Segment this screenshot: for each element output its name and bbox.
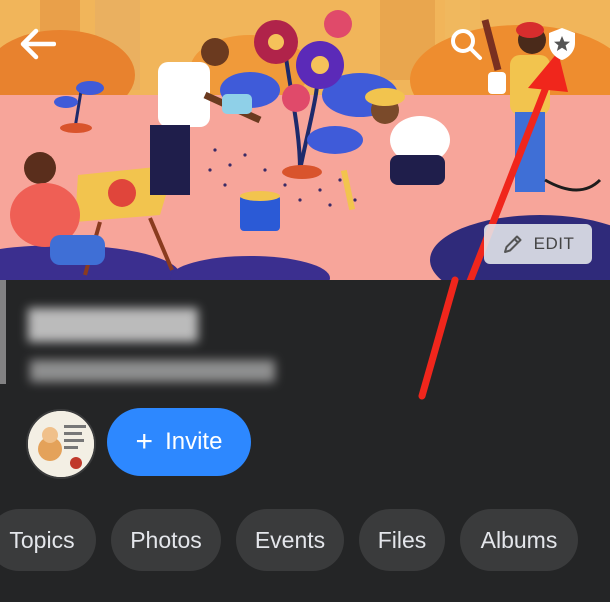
shield-star-icon bbox=[549, 28, 575, 60]
tab-albums[interactable]: Albums bbox=[460, 509, 578, 571]
group-meta-redacted bbox=[30, 360, 275, 382]
tab-files[interactable]: Files bbox=[359, 509, 445, 571]
tab-photos[interactable]: Photos bbox=[111, 509, 221, 571]
invite-button[interactable]: + Invite bbox=[107, 408, 251, 476]
cover-photo: EDIT bbox=[0, 0, 610, 280]
avatar-image bbox=[28, 411, 94, 477]
tab-events[interactable]: Events bbox=[236, 509, 344, 571]
tab-label: Photos bbox=[130, 526, 202, 553]
back-button[interactable] bbox=[16, 22, 60, 66]
group-name-redacted bbox=[28, 308, 198, 342]
search-button[interactable] bbox=[444, 22, 488, 66]
admin-tools-button[interactable] bbox=[540, 22, 584, 66]
edit-label: EDIT bbox=[533, 234, 575, 253]
tab-label: Events bbox=[254, 526, 326, 553]
tab-label: Albums bbox=[480, 526, 558, 553]
scroll-edge bbox=[0, 280, 6, 384]
member-avatar[interactable] bbox=[26, 409, 96, 479]
invite-label: Invite bbox=[165, 428, 223, 455]
edit-cover-button[interactable]: EDIT bbox=[484, 224, 592, 264]
tab-label: Topics bbox=[9, 526, 75, 553]
pencil-icon bbox=[503, 235, 522, 253]
arrow-left-icon bbox=[20, 28, 56, 60]
search-icon bbox=[451, 29, 482, 60]
group-tabs: Topics Photos Events Files Albums bbox=[0, 509, 610, 571]
tab-topics[interactable]: Topics bbox=[0, 509, 96, 571]
tab-label: Files bbox=[377, 526, 427, 553]
plus-icon: + bbox=[135, 425, 154, 458]
